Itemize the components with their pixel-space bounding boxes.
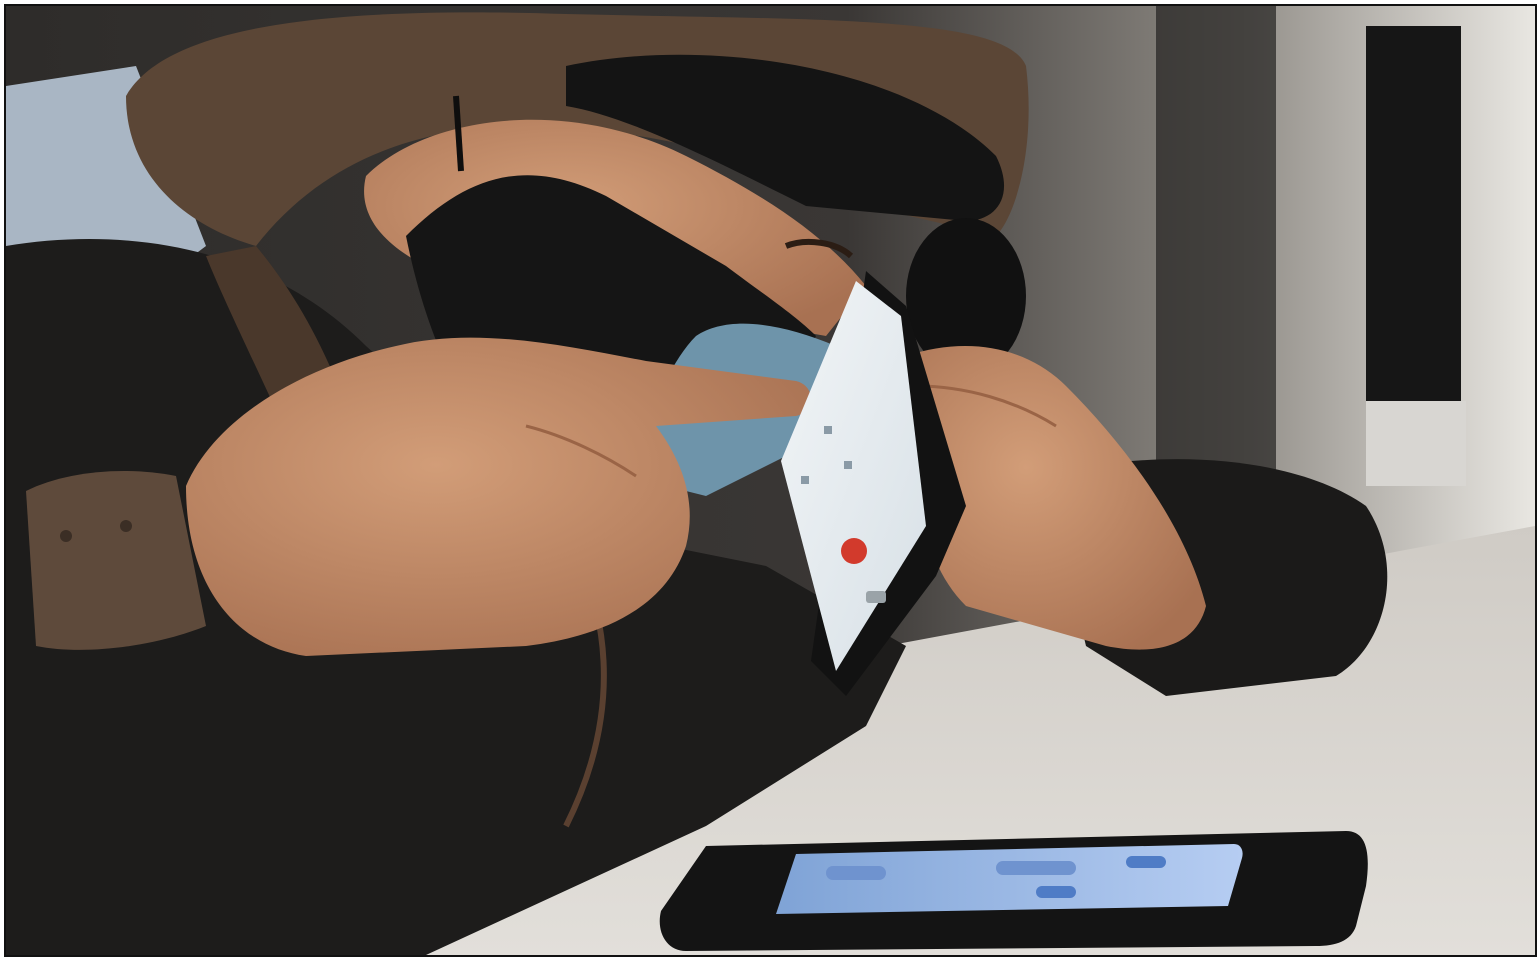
phone-camera <box>866 591 886 603</box>
call-option-icon <box>824 426 832 434</box>
call-option-icon <box>801 476 809 484</box>
chat-bubble <box>1126 856 1166 868</box>
photo-scene <box>6 6 1535 955</box>
background-pillar <box>1156 6 1276 526</box>
background-monitor-stand <box>1366 401 1466 486</box>
wristband-stud <box>60 530 72 542</box>
background-monitor <box>1366 26 1461 406</box>
desk-phone <box>659 831 1368 951</box>
wristband-stud <box>120 520 132 532</box>
chat-bubble <box>996 861 1076 875</box>
end-call-button <box>841 538 867 564</box>
call-option-icon <box>844 461 852 469</box>
wristband <box>26 471 206 650</box>
chat-bubble <box>826 866 886 880</box>
chat-bubble <box>1036 886 1076 898</box>
photo-frame <box>4 4 1537 957</box>
